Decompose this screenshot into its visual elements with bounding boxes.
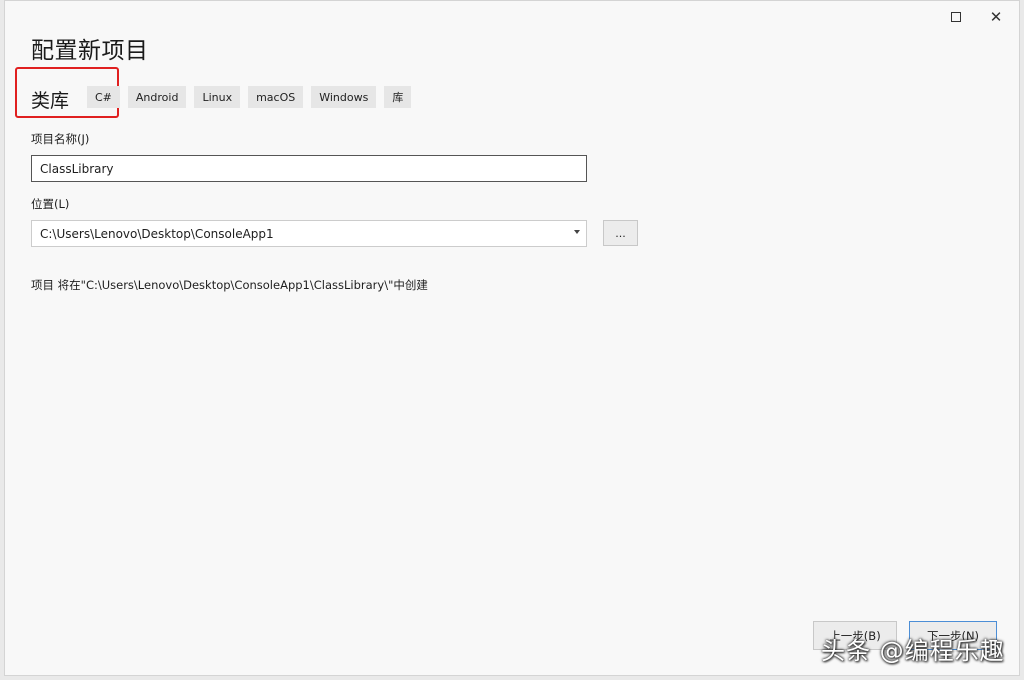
template-name: 类库 (31, 90, 70, 112)
chevron-down-icon[interactable] (574, 230, 580, 234)
close-icon: ✕ (989, 7, 1003, 26)
browse-button[interactable]: ... (603, 220, 638, 246)
close-button[interactable]: ✕ (983, 7, 1009, 27)
location-combobox[interactable]: C:\Users\Lenovo\Desktop\ConsoleApp1 (31, 220, 587, 247)
window-controls: ✕ (943, 7, 1009, 27)
tag-library: 库 (384, 86, 412, 108)
project-name-label: 项目名称(J) (31, 132, 90, 146)
watermark: 头条 @编程乐趣 (821, 637, 1005, 665)
project-name-input[interactable]: ClassLibrary (31, 155, 587, 182)
tag-android: Android (127, 86, 187, 108)
dialog-title: 配置新项目 (31, 38, 149, 64)
tag-windows: Windows (311, 86, 377, 108)
tag-csharp: C# (87, 86, 120, 108)
project-path-info: 项目 将在"C:\Users\Lenovo\Desktop\ConsoleApp… (31, 278, 428, 292)
template-tags: C# Android Linux macOS Windows 库 (87, 86, 412, 108)
maximize-button[interactable] (943, 7, 969, 27)
location-value: C:\Users\Lenovo\Desktop\ConsoleApp1 (40, 226, 274, 241)
project-name-value: ClassLibrary (40, 161, 114, 176)
tag-macos: macOS (248, 86, 304, 108)
tag-linux: Linux (194, 86, 241, 108)
configure-project-dialog: ✕ 配置新项目 类库 C# Android Linux macOS Window… (4, 0, 1020, 676)
location-label: 位置(L) (31, 197, 70, 211)
maximize-icon (951, 12, 961, 22)
